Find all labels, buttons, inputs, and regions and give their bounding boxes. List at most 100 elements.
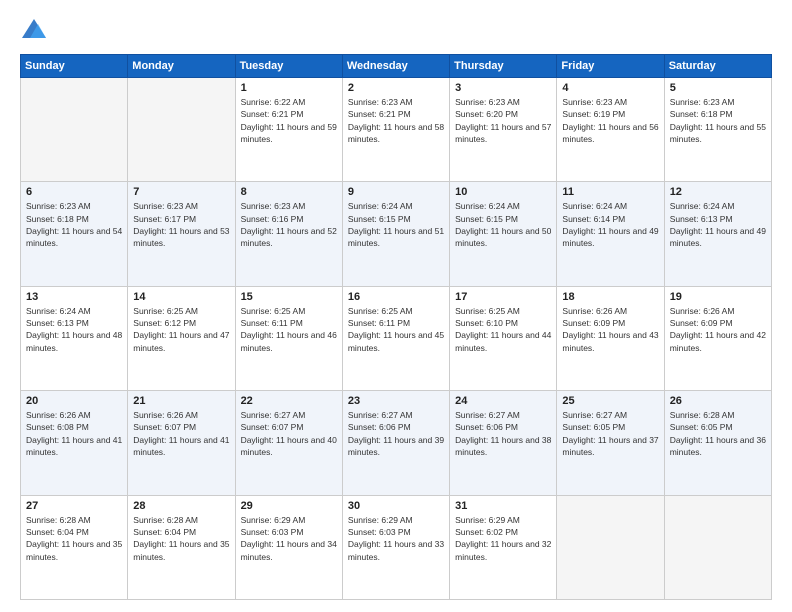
calendar-cell: 14 Sunrise: 6:25 AM Sunset: 6:12 PM Dayli… bbox=[128, 286, 235, 390]
day-number: 10 bbox=[455, 186, 551, 198]
calendar-header-saturday: Saturday bbox=[664, 55, 771, 78]
day-info: Sunrise: 6:25 AM Sunset: 6:12 PM Dayligh… bbox=[133, 305, 229, 354]
calendar-cell: 17 Sunrise: 6:25 AM Sunset: 6:10 PM Dayli… bbox=[450, 286, 557, 390]
day-info: Sunrise: 6:25 AM Sunset: 6:11 PM Dayligh… bbox=[348, 305, 444, 354]
calendar-header-friday: Friday bbox=[557, 55, 664, 78]
day-number: 9 bbox=[348, 186, 444, 198]
calendar-cell: 6 Sunrise: 6:23 AM Sunset: 6:18 PM Daylig… bbox=[21, 182, 128, 286]
day-number: 5 bbox=[670, 82, 766, 94]
calendar-header-sunday: Sunday bbox=[21, 55, 128, 78]
calendar-cell: 22 Sunrise: 6:27 AM Sunset: 6:07 PM Dayli… bbox=[235, 391, 342, 495]
calendar-cell: 7 Sunrise: 6:23 AM Sunset: 6:17 PM Daylig… bbox=[128, 182, 235, 286]
day-number: 2 bbox=[348, 82, 444, 94]
day-number: 4 bbox=[562, 82, 658, 94]
calendar-cell: 23 Sunrise: 6:27 AM Sunset: 6:06 PM Dayli… bbox=[342, 391, 449, 495]
day-number: 21 bbox=[133, 395, 229, 407]
day-info: Sunrise: 6:29 AM Sunset: 6:02 PM Dayligh… bbox=[455, 514, 551, 563]
calendar-cell: 19 Sunrise: 6:26 AM Sunset: 6:09 PM Dayli… bbox=[664, 286, 771, 390]
day-info: Sunrise: 6:27 AM Sunset: 6:07 PM Dayligh… bbox=[241, 409, 337, 458]
calendar-cell: 29 Sunrise: 6:29 AM Sunset: 6:03 PM Dayli… bbox=[235, 495, 342, 599]
day-number: 8 bbox=[241, 186, 337, 198]
calendar-cell: 28Sunrise: 6:28 AM Sunset: 6:04 PM Dayli… bbox=[128, 495, 235, 599]
day-number: 18 bbox=[562, 291, 658, 303]
day-info: Sunrise: 6:26 AM Sunset: 6:09 PM Dayligh… bbox=[562, 305, 658, 354]
calendar-cell: 3Sunrise: 6:23 AM Sunset: 6:20 PM Daylig… bbox=[450, 78, 557, 182]
day-info: Sunrise: 6:26 AM Sunset: 6:09 PM Dayligh… bbox=[670, 305, 766, 354]
calendar-cell: 4 Sunrise: 6:23 AM Sunset: 6:19 PM Daylig… bbox=[557, 78, 664, 182]
calendar-cell: 1 Sunrise: 6:22 AM Sunset: 6:21 PM Daylig… bbox=[235, 78, 342, 182]
day-info: Sunrise: 6:26 AM Sunset: 6:07 PM Dayligh… bbox=[133, 409, 229, 458]
day-number: 13 bbox=[26, 291, 122, 303]
day-info: Sunrise: 6:24 AM Sunset: 6:13 PM Dayligh… bbox=[670, 200, 766, 249]
calendar-cell bbox=[128, 78, 235, 182]
day-number: 22 bbox=[241, 395, 337, 407]
day-info: Sunrise: 6:22 AM Sunset: 6:21 PM Dayligh… bbox=[241, 96, 337, 145]
day-info: Sunrise: 6:27 AM Sunset: 6:06 PM Dayligh… bbox=[455, 409, 551, 458]
day-info: Sunrise: 6:29 AM Sunset: 6:03 PM Dayligh… bbox=[241, 514, 337, 563]
day-info: Sunrise: 6:24 AM Sunset: 6:14 PM Dayligh… bbox=[562, 200, 658, 249]
calendar-cell: 9 Sunrise: 6:24 AM Sunset: 6:15 PM Daylig… bbox=[342, 182, 449, 286]
day-number: 1 bbox=[241, 82, 337, 94]
day-number: 20 bbox=[26, 395, 122, 407]
day-info: Sunrise: 6:23 AM Sunset: 6:21 PM Dayligh… bbox=[348, 96, 444, 145]
day-number: 23 bbox=[348, 395, 444, 407]
day-number: 27 bbox=[26, 500, 122, 512]
calendar-header-row: SundayMondayTuesdayWednesdayThursdayFrid… bbox=[21, 55, 772, 78]
day-number: 24 bbox=[455, 395, 551, 407]
day-number: 31 bbox=[455, 500, 551, 512]
day-number: 7 bbox=[133, 186, 229, 198]
calendar-cell bbox=[664, 495, 771, 599]
day-number: 19 bbox=[670, 291, 766, 303]
day-number: 6 bbox=[26, 186, 122, 198]
calendar-cell: 13 Sunrise: 6:24 AM Sunset: 6:13 PM Dayli… bbox=[21, 286, 128, 390]
day-info: Sunrise: 6:28 AM Sunset: 6:04 PM Dayligh… bbox=[133, 514, 229, 563]
day-info: Sunrise: 6:24 AM Sunset: 6:13 PM Dayligh… bbox=[26, 305, 122, 354]
calendar-cell bbox=[21, 78, 128, 182]
day-info: Sunrise: 6:23 AM Sunset: 6:17 PM Dayligh… bbox=[133, 200, 229, 249]
calendar-header-monday: Monday bbox=[128, 55, 235, 78]
calendar-week-row: 20 Sunrise: 6:26 AM Sunset: 6:08 PM Dayli… bbox=[21, 391, 772, 495]
header bbox=[20, 16, 772, 44]
day-number: 17 bbox=[455, 291, 551, 303]
calendar-week-row: 6 Sunrise: 6:23 AM Sunset: 6:18 PM Daylig… bbox=[21, 182, 772, 286]
calendar-cell: 15Sunrise: 6:25 AM Sunset: 6:11 PM Dayli… bbox=[235, 286, 342, 390]
calendar-cell: 10 Sunrise: 6:24 AM Sunset: 6:15 PM Dayli… bbox=[450, 182, 557, 286]
day-number: 14 bbox=[133, 291, 229, 303]
calendar-cell: 12 Sunrise: 6:24 AM Sunset: 6:13 PM Dayli… bbox=[664, 182, 771, 286]
day-number: 29 bbox=[241, 500, 337, 512]
calendar-week-row: 27 Sunrise: 6:28 AM Sunset: 6:04 PM Dayli… bbox=[21, 495, 772, 599]
calendar-cell: 30Sunrise: 6:29 AM Sunset: 6:03 PM Dayli… bbox=[342, 495, 449, 599]
day-info: Sunrise: 6:25 AM Sunset: 6:11 PM Dayligh… bbox=[241, 305, 337, 354]
calendar-cell: 11 Sunrise: 6:24 AM Sunset: 6:14 PM Dayli… bbox=[557, 182, 664, 286]
day-info: Sunrise: 6:23 AM Sunset: 6:18 PM Dayligh… bbox=[670, 96, 766, 145]
logo bbox=[20, 16, 52, 44]
calendar-cell: 25Sunrise: 6:27 AM Sunset: 6:05 PM Dayli… bbox=[557, 391, 664, 495]
day-info: Sunrise: 6:25 AM Sunset: 6:10 PM Dayligh… bbox=[455, 305, 551, 354]
calendar-cell: 21 Sunrise: 6:26 AM Sunset: 6:07 PM Dayli… bbox=[128, 391, 235, 495]
calendar-cell: 2 Sunrise: 6:23 AM Sunset: 6:21 PM Daylig… bbox=[342, 78, 449, 182]
calendar-cell: 31 Sunrise: 6:29 AM Sunset: 6:02 PM Dayli… bbox=[450, 495, 557, 599]
day-number: 26 bbox=[670, 395, 766, 407]
calendar-cell: 27Sunrise: 6:28 AM Sunset: 6:04 PM Dayli… bbox=[21, 495, 128, 599]
day-number: 11 bbox=[562, 186, 658, 198]
day-info: Sunrise: 6:24 AM Sunset: 6:15 PM Dayligh… bbox=[455, 200, 551, 249]
day-number: 16 bbox=[348, 291, 444, 303]
day-info: Sunrise: 6:24 AM Sunset: 6:15 PM Dayligh… bbox=[348, 200, 444, 249]
calendar-cell: 26 Sunrise: 6:28 AM Sunset: 6:05 PM Dayli… bbox=[664, 391, 771, 495]
day-info: Sunrise: 6:26 AM Sunset: 6:08 PM Dayligh… bbox=[26, 409, 122, 458]
logo-icon bbox=[20, 16, 48, 44]
day-info: Sunrise: 6:23 AM Sunset: 6:19 PM Dayligh… bbox=[562, 96, 658, 145]
day-number: 12 bbox=[670, 186, 766, 198]
calendar-cell: 18 Sunrise: 6:26 AM Sunset: 6:09 PM Dayli… bbox=[557, 286, 664, 390]
calendar-header-tuesday: Tuesday bbox=[235, 55, 342, 78]
calendar-cell: 24 Sunrise: 6:27 AM Sunset: 6:06 PM Dayli… bbox=[450, 391, 557, 495]
day-info: Sunrise: 6:23 AM Sunset: 6:18 PM Dayligh… bbox=[26, 200, 122, 249]
day-number: 30 bbox=[348, 500, 444, 512]
calendar-header-wednesday: Wednesday bbox=[342, 55, 449, 78]
calendar-week-row: 1 Sunrise: 6:22 AM Sunset: 6:21 PM Daylig… bbox=[21, 78, 772, 182]
day-info: Sunrise: 6:27 AM Sunset: 6:06 PM Dayligh… bbox=[348, 409, 444, 458]
day-number: 3 bbox=[455, 82, 551, 94]
day-info: Sunrise: 6:27 AM Sunset: 6:05 PM Dayligh… bbox=[562, 409, 658, 458]
day-info: Sunrise: 6:23 AM Sunset: 6:16 PM Dayligh… bbox=[241, 200, 337, 249]
day-info: Sunrise: 6:28 AM Sunset: 6:05 PM Dayligh… bbox=[670, 409, 766, 458]
